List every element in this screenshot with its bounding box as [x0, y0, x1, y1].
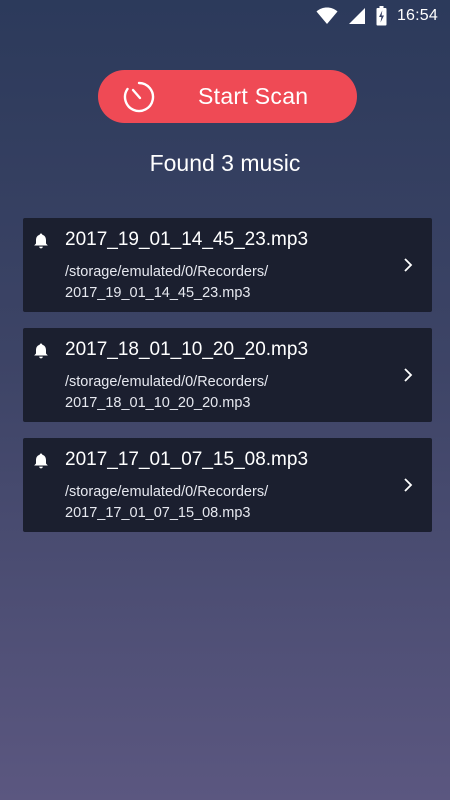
file-path-dir: /storage/emulated/0/Recorders/	[65, 374, 269, 390]
chevron-right-icon	[402, 366, 414, 384]
file-path: /storage/emulated/0/Recorders/ 2017_18_0…	[65, 372, 365, 414]
bell-icon	[32, 342, 50, 360]
chevron-right-icon	[402, 256, 414, 274]
wifi-icon	[316, 7, 338, 25]
status-bar: 16:54	[0, 0, 450, 32]
found-count-text: Found 3 music	[149, 150, 301, 176]
list-item[interactable]: 2017_19_01_14_45_23.mp3 /storage/emulate…	[23, 218, 432, 312]
battery-icon	[376, 6, 387, 26]
music-file-list: 2017_19_01_14_45_23.mp3 /storage/emulate…	[23, 218, 432, 548]
timer-icon	[122, 80, 156, 114]
list-item[interactable]: 2017_17_01_07_15_08.mp3 /storage/emulate…	[23, 438, 432, 532]
file-name: 2017_17_01_07_15_08.mp3	[65, 449, 309, 470]
list-item[interactable]: 2017_18_01_10_20_20.mp3 /storage/emulate…	[23, 328, 432, 422]
file-name: 2017_18_01_10_20_20.mp3	[65, 339, 309, 360]
file-path: /storage/emulated/0/Recorders/ 2017_19_0…	[65, 262, 365, 304]
chevron-right-icon	[402, 476, 414, 494]
file-path-dir: /storage/emulated/0/Recorders/	[65, 264, 269, 280]
file-path-file: 2017_18_01_10_20_20.mp3	[65, 395, 251, 411]
file-path: /storage/emulated/0/Recorders/ 2017_17_0…	[65, 482, 365, 524]
file-path-file: 2017_17_01_07_15_08.mp3	[65, 505, 251, 521]
file-path-file: 2017_19_01_14_45_23.mp3	[65, 285, 251, 301]
start-scan-label: Start Scan	[198, 83, 309, 109]
file-path-dir: /storage/emulated/0/Recorders/	[65, 484, 269, 500]
bell-icon	[32, 232, 50, 250]
cell-signal-icon	[348, 7, 366, 25]
file-name: 2017_19_01_14_45_23.mp3	[65, 229, 309, 250]
bell-icon	[32, 452, 50, 470]
start-scan-button[interactable]: Start Scan	[98, 70, 357, 123]
status-time: 16:54	[396, 7, 438, 24]
